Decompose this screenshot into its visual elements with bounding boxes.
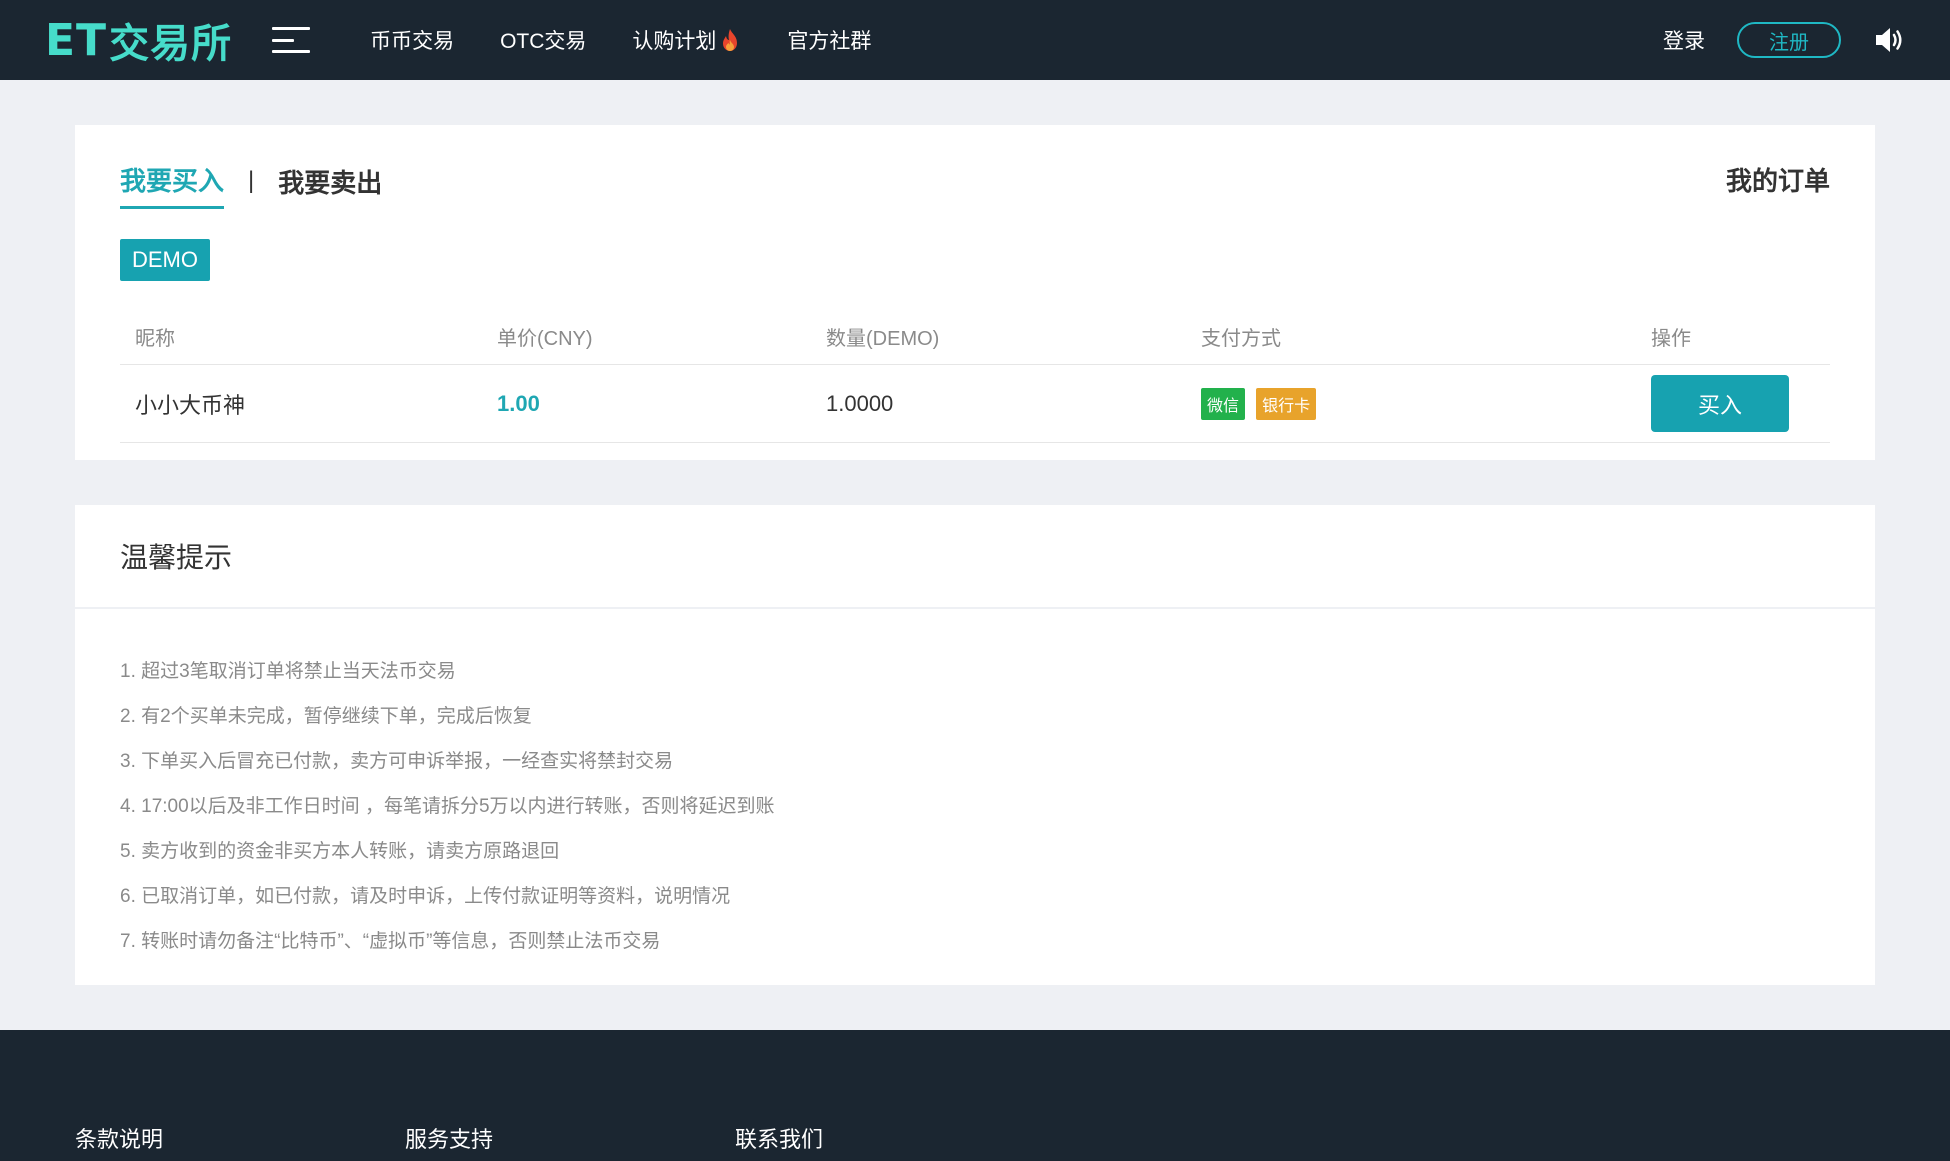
tip-item: 6. 已取消订单，如已付款，请及时申诉，上传付款证明等资料，说明情况	[120, 886, 731, 907]
column-header-price: 单价(CNY)	[497, 327, 593, 350]
footer-columns: 条款说明 服务支持 联系我们	[75, 1122, 1065, 1154]
tip-item: 7. 转账时请勿备注“比特币”、“虚拟币”等信息，否则禁止法币交易	[120, 931, 661, 952]
nav-item-community[interactable]: 官方社群	[787, 25, 871, 55]
price-cell: 1.00	[497, 390, 540, 416]
top-navbar: ET 交易所 币币交易 OTC交易 认购计划 官方社群 登录 注册	[0, 0, 1950, 80]
tip-item: 4. 17:00以后及非工作日时间 ，每笔请拆分5万以内进行转账，否则将延迟到账	[120, 796, 775, 817]
fire-icon	[723, 29, 738, 51]
nav-item-subscription-label: 认购计划	[632, 30, 717, 53]
footer-terms[interactable]: 条款说明	[75, 1122, 405, 1154]
tips-list: 1. 超过3笔取消订单将禁止当天法币交易 2. 有2个买单未完成，暂停继续下单，…	[75, 609, 1875, 964]
menu-icon[interactable]	[272, 27, 311, 53]
logo-et: ET	[45, 14, 108, 66]
nav-item-spot[interactable]: 币币交易	[370, 25, 454, 55]
footer-support[interactable]: 服务支持	[405, 1122, 735, 1154]
table-row: 小小大币神 1.00 1.0000 微信 银行卡 买入	[120, 365, 1830, 443]
coin-filter-demo[interactable]: DEMO	[120, 239, 210, 281]
tip-item: 2. 有2个买单未完成，暂停继续下单，完成后恢复	[120, 706, 532, 727]
tab-separator: |	[248, 167, 255, 194]
footer-contact[interactable]: 联系我们	[735, 1122, 1065, 1154]
trade-tabs: 我要买入 | 我要卖出	[120, 161, 382, 209]
payment-badge-bankcard: 银行卡	[1256, 387, 1317, 420]
tips-panel: 温馨提示 1. 超过3笔取消订单将禁止当天法币交易 2. 有2个买单未完成，暂停…	[75, 505, 1875, 985]
login-button[interactable]: 登录	[1663, 25, 1705, 55]
header-actions: 登录 注册	[1663, 22, 1905, 58]
column-header-nickname: 昵称	[135, 327, 175, 350]
tip-item: 5. 卖方收到的资金非买方本人转账，请卖方原路退回	[120, 841, 560, 862]
my-orders-link[interactable]: 我的订单	[1726, 161, 1830, 198]
buy-button[interactable]: 买入	[1651, 375, 1789, 432]
main-nav: 币币交易 OTC交易 认购计划 官方社群	[370, 25, 917, 55]
payment-cell: 微信 银行卡	[1201, 387, 1651, 420]
quantity-cell: 1.0000	[826, 390, 894, 416]
table-header: 昵称 单价(CNY) 数量(DEMO) 支付方式 操作	[120, 308, 1830, 365]
footer: 条款说明 服务支持 联系我们	[0, 1030, 1950, 1161]
payment-badge-wechat: 微信	[1201, 387, 1246, 420]
nav-item-subscription[interactable]: 认购计划	[632, 25, 741, 55]
tip-item: 1. 超过3笔取消订单将禁止当天法币交易	[120, 661, 456, 682]
logo[interactable]: ET 交易所	[45, 11, 232, 69]
nickname-cell: 小小大币神	[135, 392, 246, 418]
register-button[interactable]: 注册	[1737, 22, 1841, 58]
tab-sell[interactable]: 我要卖出	[278, 163, 382, 208]
tip-item: 3. 下单买入后冒充已付款，卖方可申诉举报，一经查实将禁封交易	[120, 751, 674, 772]
tips-title: 温馨提示	[75, 505, 1875, 609]
logo-text: 交易所	[109, 21, 233, 67]
tab-buy[interactable]: 我要买入	[120, 161, 225, 209]
action-cell: 买入	[1651, 375, 1830, 432]
trade-panel: 我要买入 | 我要卖出 我的订单 DEMO 昵称 单价(CNY) 数量(DEMO…	[75, 125, 1875, 460]
column-header-payment: 支付方式	[1201, 327, 1281, 350]
order-table: 昵称 单价(CNY) 数量(DEMO) 支付方式 操作 小小大币神 1.00 1…	[120, 308, 1830, 443]
column-header-action: 操作	[1651, 327, 1691, 350]
nav-item-otc[interactable]: OTC交易	[500, 25, 586, 55]
speaker-icon[interactable]	[1873, 25, 1905, 55]
column-header-quantity: 数量(DEMO)	[826, 327, 940, 350]
